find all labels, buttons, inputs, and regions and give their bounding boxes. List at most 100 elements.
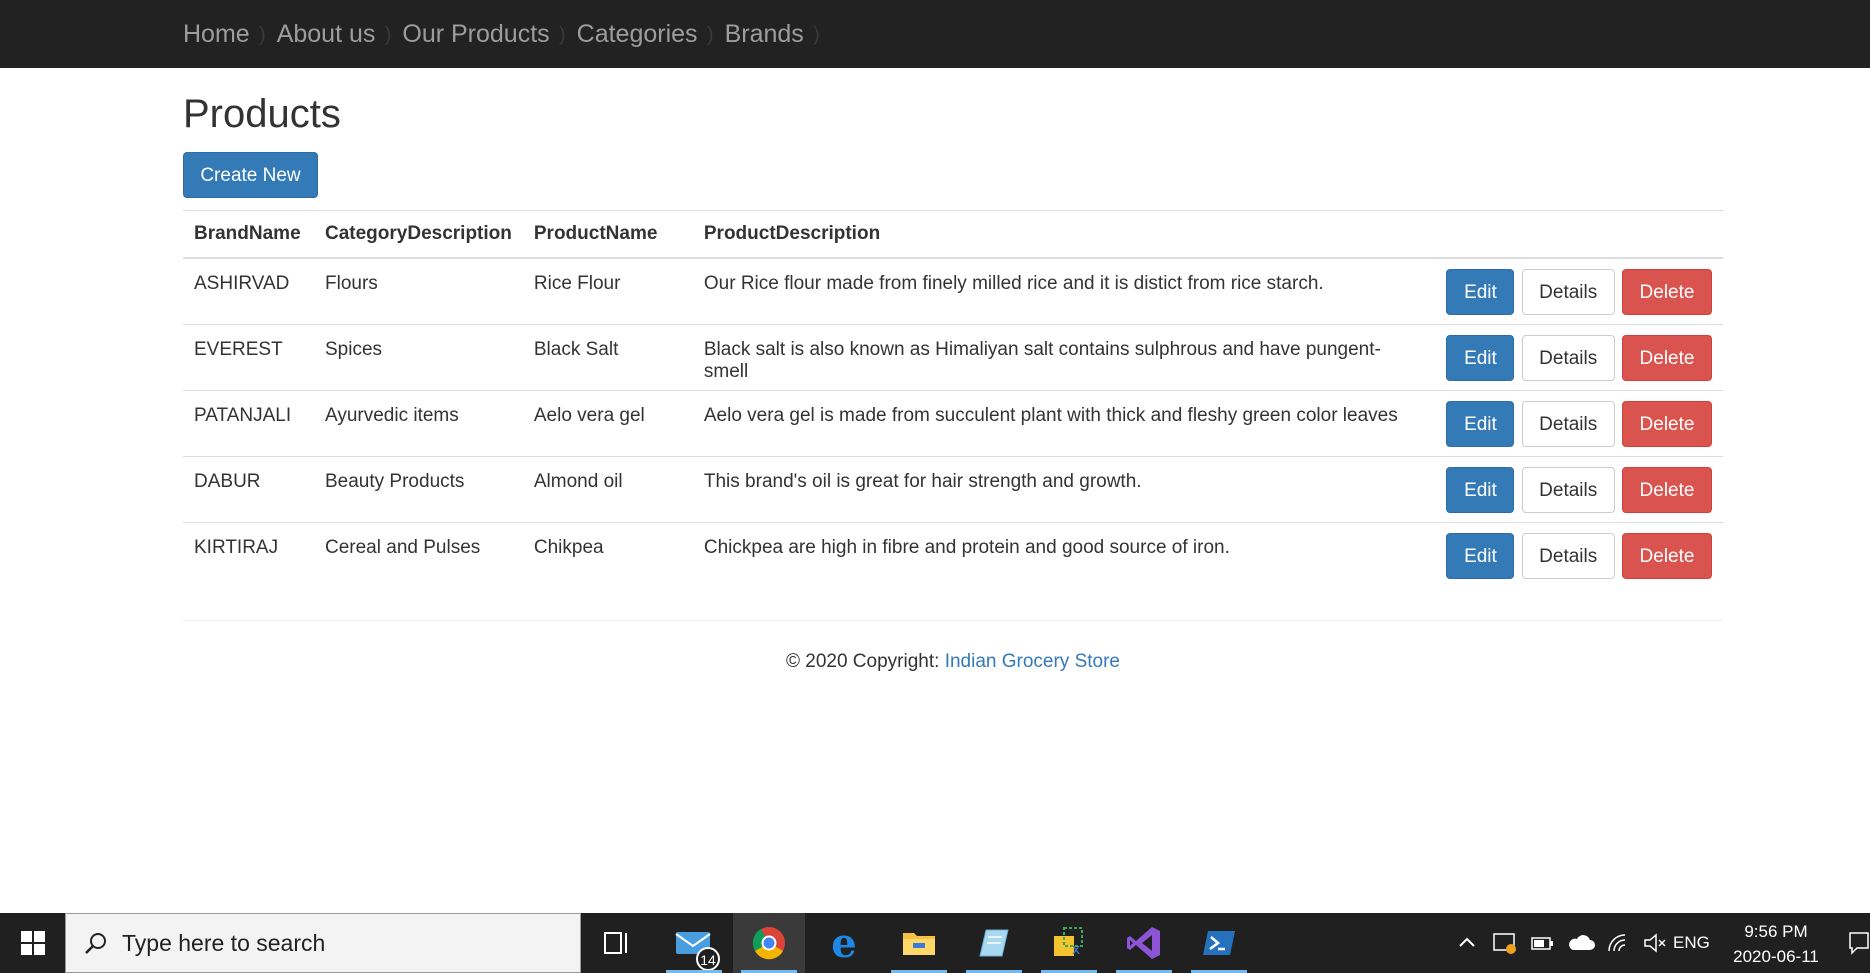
cell-brand: EVEREST [183, 323, 314, 390]
notepad-icon[interactable] [958, 913, 1030, 973]
svg-text:x: x [1072, 942, 1080, 958]
table-row: EVEREST Spices Black Salt Black salt is … [183, 323, 1723, 390]
header-product-name: ProductName [522, 210, 693, 259]
cell-category: Cereal and Pulses [314, 521, 523, 588]
nav-links: Home) About us) Our Products) Categories… [183, 0, 831, 68]
header-brand-name: BrandName [183, 210, 314, 259]
nav-separator: ) [259, 23, 266, 46]
clock-time: 9:56 PM [1744, 922, 1808, 941]
language-indicator[interactable]: ENG [1673, 933, 1710, 953]
table-row: ASHIRVAD Flours Rice Flour Our Rice flou… [183, 257, 1723, 324]
cell-product: Chikpea [522, 521, 693, 588]
nav-separator: ) [813, 23, 820, 46]
cell-actions: Edit Details Delete [1433, 257, 1723, 324]
cell-actions: Edit Details Delete [1433, 521, 1723, 588]
cell-actions: Edit Details Delete [1433, 323, 1723, 390]
header-category-description: CategoryDescription [314, 210, 523, 259]
edit-button[interactable]: Edit [1446, 334, 1515, 381]
cell-description: Aelo vera gel is made from succulent pla… [692, 389, 1434, 456]
cell-product: Rice Flour [522, 257, 693, 324]
cell-description: Chickpea are high in fibre and protein a… [692, 521, 1434, 588]
search-placeholder: Type here to search [122, 929, 326, 956]
edit-button[interactable]: Edit [1446, 269, 1515, 315]
delete-button[interactable]: Delete [1622, 400, 1712, 447]
security-shield-icon[interactable] [1492, 930, 1518, 956]
mail-icon[interactable]: 14 [658, 913, 730, 973]
details-button[interactable]: Details [1521, 532, 1615, 579]
cell-category: Spices [314, 323, 523, 390]
clock-date: 2020-06-11 [1733, 947, 1819, 966]
search-icon [85, 933, 106, 954]
nav-separator: ) [558, 23, 566, 46]
system-tray [1456, 913, 1668, 973]
nav-categories[interactable]: Categories) [576, 19, 714, 49]
taskbar-search-box[interactable]: Type here to search [65, 913, 581, 973]
footer-divider [183, 620, 1723, 621]
windows-start-icon[interactable] [0, 913, 65, 973]
cell-description: Our Rice flour made from finely milled r… [692, 257, 1434, 324]
mail-badge: 14 [696, 947, 720, 971]
nav-separator: ) [706, 23, 714, 46]
edge-icon[interactable]: e [808, 913, 880, 973]
nav-home[interactable]: Home) [183, 19, 266, 49]
cell-category: Flours [314, 257, 523, 324]
cell-product: Black Salt [522, 323, 693, 390]
snipping-tool-icon[interactable]: x [1033, 913, 1105, 973]
footer-copyright: © 2020 Copyright: [785, 651, 945, 672]
battery-icon[interactable] [1528, 932, 1556, 954]
table-header-row: BrandName CategoryDescription ProductNam… [183, 210, 1723, 259]
nav-home-label: Home [183, 19, 250, 48]
top-navbar: Home) About us) Our Products) Categories… [0, 0, 1870, 68]
table-row: PATANJALI Ayurvedic items Aelo vera gel … [183, 389, 1723, 456]
chrome-icon[interactable] [733, 913, 805, 973]
table-row: DABUR Beauty Products Almond oil This br… [183, 455, 1723, 522]
delete-button[interactable]: Delete [1622, 269, 1712, 315]
nav-about-us[interactable]: About us) [277, 20, 392, 49]
details-button[interactable]: Details [1521, 466, 1615, 513]
powershell-icon[interactable] [1183, 913, 1255, 973]
cell-description: Black salt is also known as Himaliyan sa… [692, 323, 1434, 390]
edit-button[interactable]: Edit [1446, 466, 1515, 513]
cell-category: Beauty Products [314, 455, 523, 522]
edit-button[interactable]: Edit [1446, 532, 1515, 579]
windows-taskbar: Type here to search 14 e x ENG 9:56 PM 2… [0, 913, 1870, 973]
cell-brand: DABUR [183, 455, 314, 522]
nav-brands-label: Brands [724, 19, 804, 48]
chevron-up-icon[interactable] [1456, 932, 1478, 954]
page-title: Products [183, 92, 341, 136]
nav-products-label: Our Products [402, 19, 550, 48]
cell-category: Ayurvedic items [314, 389, 523, 456]
edit-button[interactable]: Edit [1446, 400, 1515, 447]
details-button[interactable]: Details [1521, 334, 1615, 381]
cell-product: Almond oil [522, 455, 693, 522]
cell-product: Aelo vera gel [522, 389, 693, 456]
products-table: BrandName CategoryDescription ProductNam… [183, 210, 1723, 588]
cell-actions: Edit Details Delete [1433, 455, 1723, 522]
details-button[interactable]: Details [1521, 269, 1615, 315]
table-row: KIRTIRAJ Cereal and Pulses Chikpea Chick… [183, 521, 1723, 588]
delete-button[interactable]: Delete [1622, 334, 1712, 381]
wifi-icon[interactable] [1606, 932, 1632, 954]
visual-studio-icon[interactable] [1108, 913, 1180, 973]
footer-store-link[interactable]: Indian Grocery Store [945, 651, 1120, 672]
delete-button[interactable]: Delete [1622, 532, 1712, 579]
notification-center-icon[interactable] [1848, 931, 1870, 955]
volume-muted-icon[interactable] [1642, 932, 1668, 954]
cell-brand: KIRTIRAJ [183, 521, 314, 588]
delete-button[interactable]: Delete [1622, 466, 1712, 513]
details-button[interactable]: Details [1521, 400, 1615, 447]
task-view-icon[interactable] [581, 913, 653, 973]
cell-brand: PATANJALI [183, 389, 314, 456]
onedrive-cloud-icon[interactable] [1566, 932, 1596, 954]
nav-brands[interactable]: Brands) [724, 19, 820, 49]
header-product-description: ProductDescription [692, 210, 1434, 259]
cell-actions: Edit Details Delete [1433, 389, 1723, 456]
header-actions [1433, 210, 1723, 259]
nav-categories-label: Categories [576, 19, 698, 48]
footer: © 2020 Copyright: Indian Grocery Store [183, 651, 1723, 673]
clock[interactable]: 9:56 PM 2020-06-11 [1720, 919, 1832, 969]
file-explorer-icon[interactable] [883, 913, 955, 973]
nav-our-products[interactable]: Our Products) [402, 19, 565, 49]
cell-description: This brand's oil is great for hair stren… [692, 455, 1434, 522]
create-new-button[interactable]: Create New [183, 152, 318, 198]
